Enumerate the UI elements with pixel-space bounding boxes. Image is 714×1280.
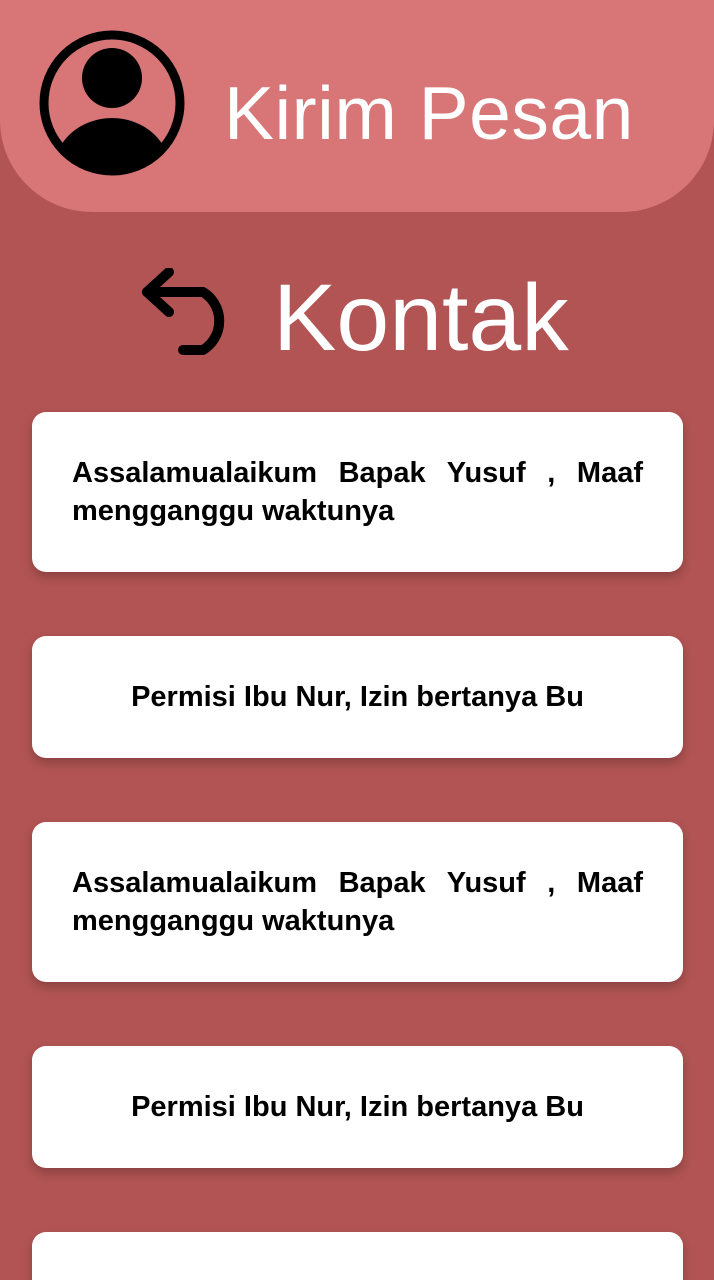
message-card[interactable]: Permisi Ibu Nur, Izin bertanya Bu (32, 1046, 683, 1168)
app-title: Kirim Pesan (224, 71, 634, 155)
message-card[interactable] (32, 1232, 683, 1280)
user-avatar-icon[interactable] (37, 28, 187, 178)
page-title: Kontak (273, 265, 569, 371)
message-card[interactable]: Assalamualaikum Bapak Yusuf , Maaf mengg… (32, 822, 683, 982)
app-header: Kirim Pesan (0, 0, 714, 212)
message-card[interactable]: Permisi Ibu Nur, Izin bertanya Bu (32, 636, 683, 758)
message-text: Assalamualaikum Bapak Yusuf , Maaf mengg… (72, 457, 643, 527)
message-text: Permisi Ibu Nur, Izin bertanya Bu (131, 1091, 584, 1123)
undo-arrow-icon[interactable] (141, 268, 245, 362)
message-text: Permisi Ibu Nur, Izin bertanya Bu (131, 681, 584, 713)
message-text: Assalamualaikum Bapak Yusuf , Maaf mengg… (72, 867, 643, 937)
message-card[interactable]: Assalamualaikum Bapak Yusuf , Maaf mengg… (32, 412, 683, 572)
